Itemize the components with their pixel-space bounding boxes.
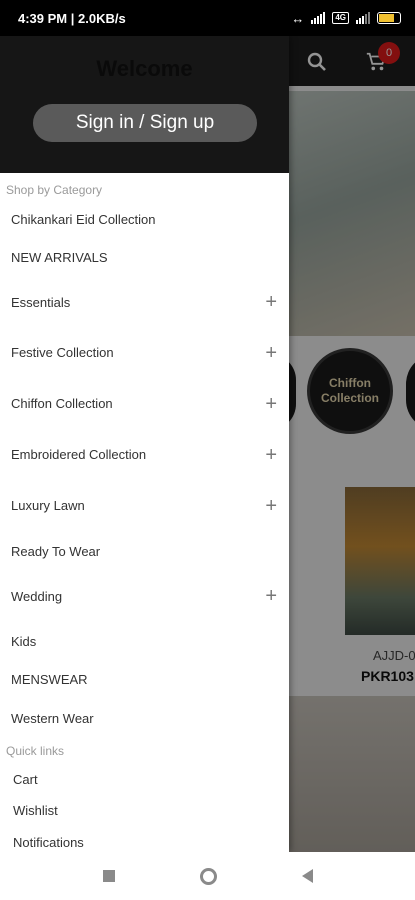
category-item-label: NEW ARRIVALS (11, 249, 108, 265)
plus-icon[interactable]: + (265, 445, 277, 465)
category-item-label: Festive Collection (11, 345, 114, 360)
category-item[interactable]: Wedding + (0, 571, 289, 621)
welcome-title: Welcome (96, 56, 193, 81)
circle-icon[interactable] (199, 867, 217, 885)
category-item-label: Western Wear (11, 710, 94, 726)
category-item[interactable]: Chiffon Collection + (0, 378, 289, 429)
category-item[interactable]: Chikankari Eid Collection (0, 201, 289, 237)
category-item[interactable]: Luxury Lawn + (0, 480, 289, 531)
category-item-label: MENSWEAR (11, 672, 88, 687)
category-item[interactable]: Embroidered Collection + (0, 429, 289, 480)
navigation-drawer: Welcome Sign in / Sign up Shop by Catego… (0, 36, 289, 852)
plus-icon[interactable]: + (265, 496, 277, 516)
category-item[interactable]: Festive Collection + (0, 327, 289, 378)
category-item[interactable]: NEW ARRIVALS (0, 237, 289, 277)
plus-icon[interactable]: + (265, 586, 277, 606)
battery-icon (377, 12, 401, 24)
shop-by-category-label: Shop by Category (6, 183, 103, 197)
category-item[interactable]: Essentials + (0, 277, 289, 327)
network-type-badge: 4G (332, 12, 349, 24)
signal-icon (311, 12, 326, 24)
category-item-label: Essentials (11, 294, 71, 310)
quick-link-item[interactable]: Notifications (0, 826, 289, 852)
square-icon[interactable] (102, 870, 115, 882)
category-item[interactable]: Western Wear (0, 698, 289, 738)
signal-icon-2 (356, 12, 370, 24)
category-item-label: Ready To Wear (11, 543, 101, 559)
category-item-label: Kids (11, 633, 37, 649)
category-item[interactable]: Ready To Wear (0, 531, 289, 571)
status-time-speed: 4:39 PM | 2.0KB/s (18, 10, 126, 26)
category-item-label: Chiffon Collection (11, 396, 113, 411)
status-bar: 4:39 PM | 2.0KB/s ↔ 4G (0, 0, 415, 36)
quick-link-item[interactable]: Wishlist (0, 795, 289, 826)
category-item-label: Luxury Lawn (11, 498, 85, 513)
plus-icon[interactable]: + (265, 343, 277, 363)
signin-button[interactable]: Sign in / Sign up (33, 104, 257, 142)
status-icons: ↔ 4G (291, 11, 401, 26)
category-item[interactable]: MENSWEAR (0, 661, 289, 698)
plus-icon[interactable]: + (265, 292, 277, 312)
category-item-label: Chikankari Eid Collection (11, 211, 156, 227)
triangle-back-icon[interactable] (301, 869, 313, 883)
category-list: Chikankari Eid Collection NEW ARRIVALS Ess… (0, 201, 289, 738)
drawer-header: Welcome Sign in / Sign up (0, 36, 289, 173)
quick-links-list: Cart Wishlist Notifications (0, 764, 289, 852)
sync-icon: ↔ (291, 10, 305, 26)
category-item-label: Wedding (11, 588, 63, 604)
plus-icon[interactable]: + (265, 394, 277, 414)
quick-link-item[interactable]: Cart (0, 764, 289, 795)
quick-links-label: Quick links (6, 744, 65, 758)
category-item[interactable]: Kids (0, 621, 289, 661)
category-item-label: Embroidered Collection (11, 447, 147, 462)
system-nav-bar (0, 852, 415, 900)
